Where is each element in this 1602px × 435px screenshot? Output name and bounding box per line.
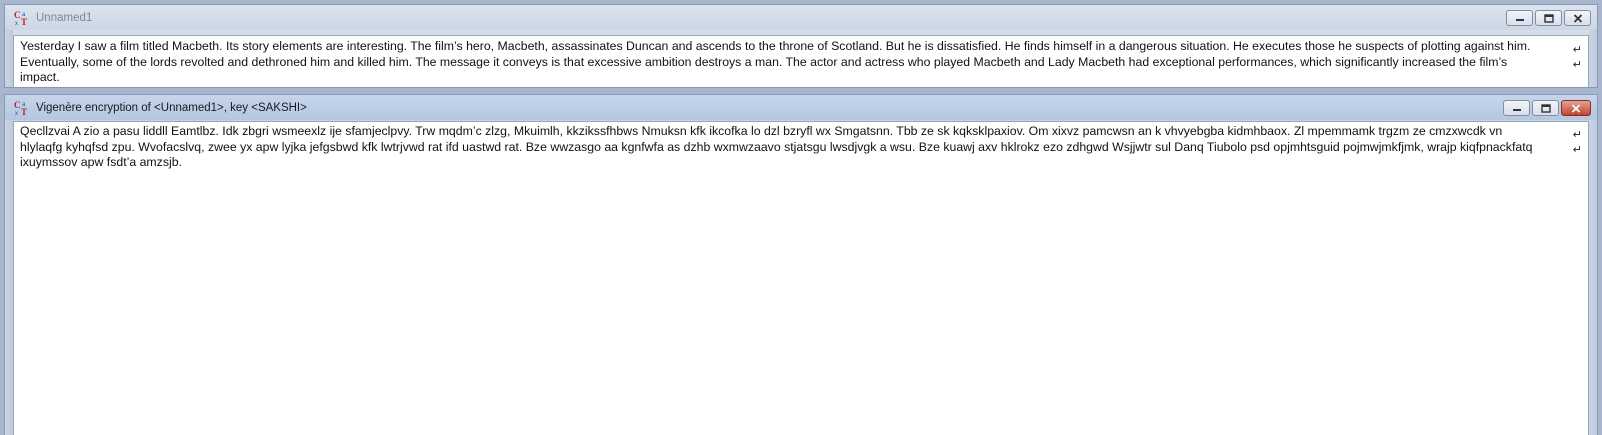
close-button[interactable]: [1561, 100, 1591, 116]
ciphertext-content: Qecllzvai A zio a pasu liddll Eamtlbz. I…: [20, 124, 1533, 170]
plaintext-content: Yesterday I saw a film titled Macbeth. I…: [20, 39, 1531, 85]
window-border-left: [5, 30, 13, 87]
restore-icon: [1540, 103, 1551, 113]
close-button[interactable]: [1564, 10, 1591, 26]
minimize-icon: [1515, 19, 1524, 21]
window-controls: [1506, 10, 1591, 26]
ciphertext-editor[interactable]: Qecllzvai A zio a pasu liddll Eamtlbz. I…: [13, 121, 1589, 435]
plaintext-window-titlebar[interactable]: C a x T Unnamed1: [5, 5, 1597, 30]
wrap-marker-icon: ↵: [1572, 129, 1582, 141]
wrap-marker-icon: ↵: [1572, 59, 1582, 71]
svg-text:C: C: [14, 10, 21, 20]
cryptool-icon: C a x T: [14, 100, 30, 116]
svg-text:C: C: [14, 100, 21, 110]
minimize-button[interactable]: [1503, 100, 1530, 116]
window-controls: [1503, 100, 1591, 116]
svg-text:x: x: [15, 21, 18, 26]
wrap-marker-icon: ↵: [1572, 44, 1582, 56]
svg-text:T: T: [21, 17, 27, 26]
window-border-right: [1589, 120, 1597, 435]
close-icon: [1571, 103, 1581, 113]
window-border-left: [5, 120, 13, 435]
window-title: Vigenère encryption of <Unnamed1>, key <…: [36, 101, 307, 114]
svg-text:T: T: [21, 107, 27, 116]
plaintext-window[interactable]: C a x T Unnamed1 Yesterday I saw a film …: [4, 4, 1598, 88]
close-icon: [1573, 13, 1582, 23]
window-title: Unnamed1: [36, 11, 93, 24]
cryptool-icon: C a x T: [14, 10, 30, 26]
restore-icon: [1543, 13, 1554, 23]
ciphertext-window-titlebar[interactable]: C a x T Vigenère encryption of <Unnamed1…: [5, 95, 1597, 120]
ciphertext-window[interactable]: C a x T Vigenère encryption of <Unnamed1…: [4, 94, 1598, 435]
maximize-button[interactable]: [1532, 100, 1559, 116]
maximize-button[interactable]: [1535, 10, 1562, 26]
wrap-marker-icon: ↵: [1572, 144, 1582, 156]
svg-text:x: x: [15, 111, 18, 116]
window-border-right: [1589, 30, 1597, 87]
plaintext-editor[interactable]: Yesterday I saw a film titled Macbeth. I…: [13, 35, 1589, 87]
minimize-button[interactable]: [1506, 10, 1533, 26]
minimize-icon: [1512, 109, 1521, 111]
mdi-workspace: C a x T Unnamed1 Yesterday I saw a film …: [0, 0, 1602, 435]
